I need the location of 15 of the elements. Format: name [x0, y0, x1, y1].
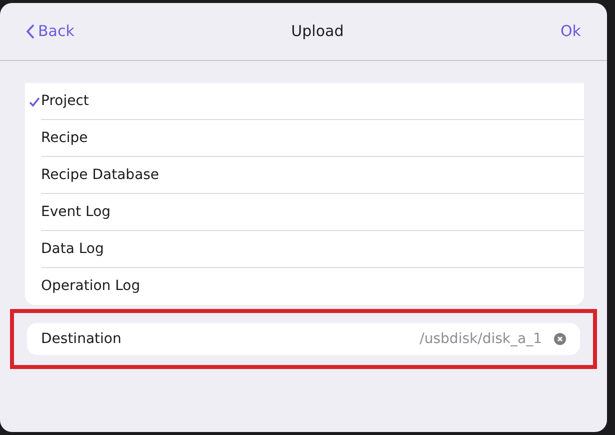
option-item[interactable]: Event Log: [25, 194, 584, 231]
dialog-title: Upload: [291, 21, 344, 42]
option-item[interactable]: Recipe Database: [25, 157, 584, 194]
destination-label: Destination: [41, 330, 122, 348]
clear-icon[interactable]: [554, 333, 566, 345]
option-item[interactable]: Project: [25, 83, 584, 120]
destination-value: /usbdisk/disk_a_1: [420, 330, 542, 348]
destination-row[interactable]: Destination /usbdisk/disk_a_1: [27, 323, 580, 355]
option-item[interactable]: Data Log: [25, 231, 584, 268]
chevron-left-icon: [26, 24, 35, 39]
back-button[interactable]: Back: [26, 20, 74, 43]
ok-button[interactable]: Ok: [560, 20, 581, 43]
checkmark-icon: [29, 96, 40, 106]
option-item[interactable]: Recipe: [25, 120, 584, 157]
option-item[interactable]: Operation Log: [25, 268, 584, 305]
